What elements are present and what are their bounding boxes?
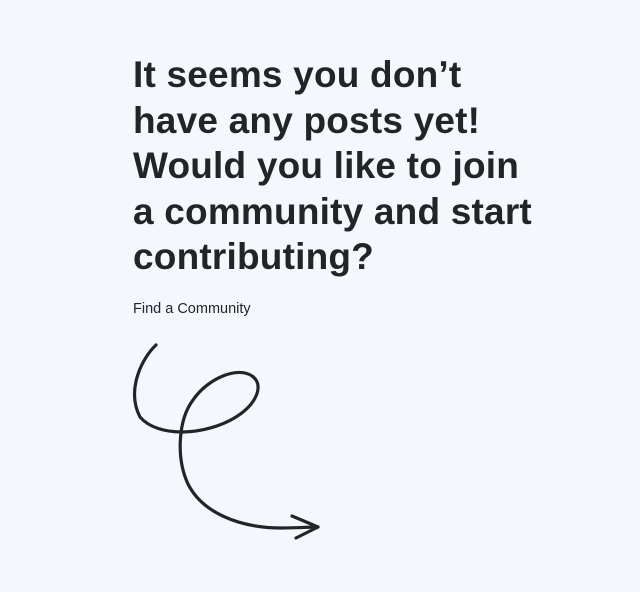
headline-line: It seems you don’t xyxy=(133,54,462,95)
headline-line: a community and start xyxy=(133,190,532,232)
empty-state-headline: It seems you don’t have any posts yet! W… xyxy=(133,52,603,280)
headline-line: Would you like to join xyxy=(133,145,520,186)
find-community-link[interactable]: Find a Community xyxy=(133,301,251,317)
headline-line: contributing? xyxy=(133,236,374,277)
curly-arrow-icon xyxy=(133,343,320,540)
empty-state: It seems you don’t have any posts yet! W… xyxy=(133,52,603,318)
headline-line: have any posts yet! xyxy=(133,99,481,141)
